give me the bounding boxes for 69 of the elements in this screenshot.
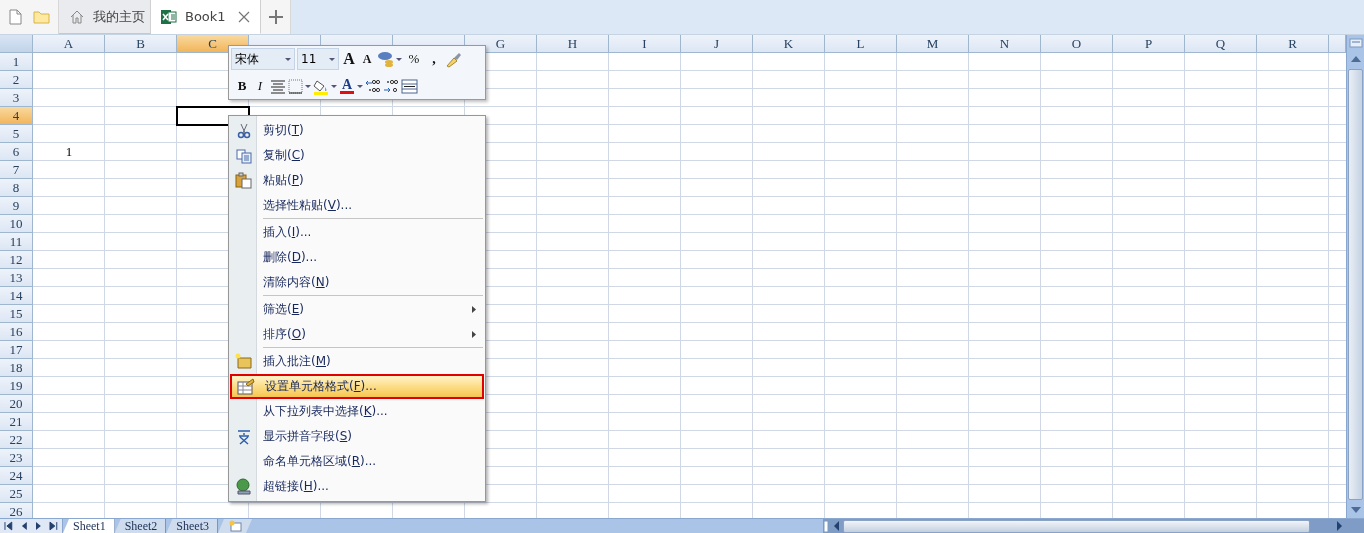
column-header[interactable]: M bbox=[897, 35, 969, 53]
menu-item[interactable]: 剪切(T) bbox=[230, 118, 484, 143]
row-header[interactable]: 5 bbox=[0, 125, 33, 143]
row-header[interactable]: 22 bbox=[0, 431, 33, 449]
font-name-field[interactable]: 宋体 bbox=[231, 48, 295, 70]
menu-item[interactable]: 筛选(E) bbox=[230, 297, 484, 322]
menu-item[interactable]: 超链接(H)... bbox=[230, 474, 484, 499]
menu-item[interactable]: 命名单元格区域(R)... bbox=[230, 449, 484, 474]
sheet-tab[interactable]: Sheet1 bbox=[63, 519, 115, 533]
grow-font-button[interactable]: A bbox=[341, 49, 357, 69]
column-header[interactable]: R bbox=[1257, 35, 1329, 53]
row-header[interactable]: 1 bbox=[0, 53, 33, 71]
row-header[interactable]: 17 bbox=[0, 341, 33, 359]
row-header[interactable]: 15 bbox=[0, 305, 33, 323]
row-header[interactable]: 6 bbox=[0, 143, 33, 161]
row-header[interactable]: 12 bbox=[0, 251, 33, 269]
row-header[interactable]: 11 bbox=[0, 233, 33, 251]
column-header[interactable]: J bbox=[681, 35, 753, 53]
row-header[interactable]: 18 bbox=[0, 359, 33, 377]
row-header[interactable]: 23 bbox=[0, 449, 33, 467]
row-header[interactable]: 24 bbox=[0, 467, 33, 485]
sheet-tab[interactable]: Sheet3 bbox=[166, 519, 218, 533]
column-header[interactable]: O bbox=[1041, 35, 1113, 53]
font-color-button[interactable]: A bbox=[339, 76, 355, 96]
percent-button[interactable]: % bbox=[406, 49, 422, 69]
menu-item[interactable]: 选择性粘贴(V)... bbox=[230, 193, 484, 218]
browser-tab[interactable]: Book1 bbox=[151, 0, 261, 34]
row-header[interactable]: 4 bbox=[0, 107, 33, 125]
column-header[interactable]: K bbox=[753, 35, 825, 53]
row-header[interactable]: 19 bbox=[0, 377, 33, 395]
column-header[interactable]: B bbox=[105, 35, 177, 53]
menu-item[interactable]: 删除(D)... bbox=[230, 245, 484, 270]
browser-tab[interactable]: 我的主页 bbox=[59, 0, 151, 34]
column-header[interactable]: P bbox=[1113, 35, 1185, 53]
row-header[interactable]: 7 bbox=[0, 161, 33, 179]
menu-item[interactable]: 清除内容(N) bbox=[230, 270, 484, 295]
row-header[interactable]: 25 bbox=[0, 485, 33, 503]
menu-item[interactable]: 设置单元格格式(F)... bbox=[230, 374, 484, 399]
row-header[interactable]: 26 bbox=[0, 503, 33, 518]
column-header[interactable]: A bbox=[33, 35, 105, 53]
row-header[interactable]: 20 bbox=[0, 395, 33, 413]
row-header[interactable]: 2 bbox=[0, 71, 33, 89]
shrink-font-button[interactable]: A bbox=[359, 49, 375, 69]
column-header[interactable]: H bbox=[537, 35, 609, 53]
row-header[interactable]: 8 bbox=[0, 179, 33, 197]
row-header[interactable]: 10 bbox=[0, 215, 33, 233]
menu-item[interactable]: 插入批注(M) bbox=[230, 349, 484, 374]
column-header[interactable]: I bbox=[609, 35, 681, 53]
menu-item[interactable]: 排序(O) bbox=[230, 322, 484, 347]
menu-item[interactable]: 粘贴(P) bbox=[230, 168, 484, 193]
column-header[interactable]: Q bbox=[1185, 35, 1257, 53]
comma-button[interactable]: , bbox=[426, 49, 442, 69]
row-header[interactable]: 13 bbox=[0, 269, 33, 287]
font-size-field[interactable]: 11 bbox=[297, 48, 339, 70]
column-header[interactable]: N bbox=[969, 35, 1041, 53]
menu-item[interactable]: 插入(I)... bbox=[230, 220, 484, 245]
sheet-tab[interactable]: Sheet2 bbox=[114, 519, 167, 533]
row-header[interactable]: 16 bbox=[0, 323, 33, 341]
bold-button[interactable]: B bbox=[234, 76, 250, 96]
menu-item[interactable]: 显示拼音字段(S) bbox=[230, 424, 484, 449]
column-header[interactable]: L bbox=[825, 35, 897, 53]
row-header[interactable]: 3 bbox=[0, 89, 33, 107]
italic-button[interactable]: I bbox=[252, 76, 268, 96]
menu-item[interactable]: 从下拉列表中选择(K)... bbox=[230, 399, 484, 424]
row-header[interactable]: 9 bbox=[0, 197, 33, 215]
row-header[interactable]: 14 bbox=[0, 287, 33, 305]
menu-item[interactable]: 复制(C) bbox=[230, 143, 484, 168]
row-header[interactable]: 21 bbox=[0, 413, 33, 431]
cell-value: 1 bbox=[64, 143, 74, 161]
